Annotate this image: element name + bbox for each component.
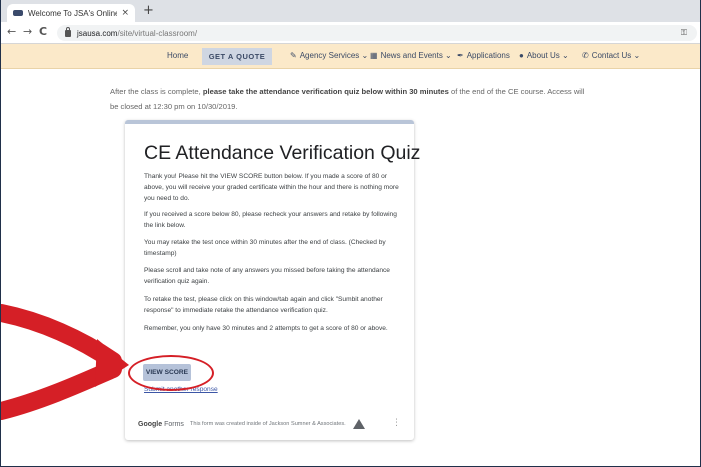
browser-tab[interactable]: Welcome To JSA's Online CE – Ja × bbox=[7, 4, 135, 22]
report-abuse-icon[interactable] bbox=[353, 419, 365, 429]
form-paragraph: To retake the test, please click on this… bbox=[144, 296, 383, 314]
more-options-icon[interactable]: ⋮ bbox=[392, 418, 401, 428]
new-tab-button[interactable]: + bbox=[143, 4, 154, 18]
nav-applications[interactable]: ✒ Applications bbox=[457, 51, 510, 60]
nav-home[interactable]: Home bbox=[167, 51, 188, 60]
intro-before: After the class is complete, bbox=[110, 87, 203, 96]
phone-icon: ✆ bbox=[582, 51, 589, 60]
nav-applications-label: Applications bbox=[466, 51, 510, 60]
form-footer: Google Forms This form was created insid… bbox=[138, 417, 408, 431]
nav-news-events[interactable]: ▦ News and Events ⌄ bbox=[370, 51, 452, 60]
tab-strip: Welcome To JSA's Online CE – Ja × + bbox=[1, 0, 700, 22]
lock-icon bbox=[65, 26, 71, 37]
key-icon[interactable]: ⚿ bbox=[681, 28, 687, 38]
back-button[interactable]: ← bbox=[7, 25, 16, 39]
info-icon: ● bbox=[519, 51, 524, 60]
calendar-icon: ▦ bbox=[370, 51, 378, 60]
site-navigation: Home GET A QUOTE ✎ Agency Services ⌄ ▦ New… bbox=[1, 44, 700, 69]
google-forms-logo[interactable]: Google Forms bbox=[138, 421, 184, 428]
address-toolbar: ← → C jsausa.com/site/virtual-classroom/… bbox=[1, 22, 700, 44]
tab-close-icon[interactable]: × bbox=[121, 8, 129, 18]
quiz-form-card: CE Attendance Verification Quiz Thank yo… bbox=[125, 120, 420, 440]
forward-button[interactable]: → bbox=[23, 25, 32, 39]
address-bar[interactable]: jsausa.com/site/virtual-classroom/ ⚿ bbox=[57, 25, 697, 41]
intro-text: After the class is complete, please take… bbox=[110, 84, 590, 114]
form-paragraph: If you received a score below 80, please… bbox=[144, 211, 397, 229]
forms-logo-text: Forms bbox=[164, 420, 184, 428]
nav-agency-services[interactable]: ✎ Agency Services ⌄ bbox=[290, 51, 368, 60]
annotation-arrow-icon bbox=[1, 304, 129, 420]
nav-contact-us-label: Contact Us ⌄ bbox=[591, 51, 641, 60]
site-favicon-icon bbox=[13, 10, 23, 16]
form-footer-note: This form was created inside of Jackson … bbox=[189, 421, 346, 427]
tab-title: Welcome To JSA's Online CE – Ja bbox=[28, 8, 118, 18]
nav-about-us-label: About Us ⌄ bbox=[526, 51, 569, 60]
nav-news-events-label: News and Events ⌄ bbox=[380, 51, 452, 60]
form-paragraph: Remember, you only have 30 minutes and 2… bbox=[144, 325, 388, 332]
wrench-icon: ✎ bbox=[290, 51, 297, 60]
url-text: jsausa.com/site/virtual-classroom/ bbox=[77, 29, 197, 38]
form-title: CE Attendance Verification Quiz bbox=[144, 142, 421, 164]
pen-icon: ✒ bbox=[457, 51, 464, 60]
intro-bold: please take the attendance verification … bbox=[202, 87, 449, 96]
google-logo-text: Google bbox=[138, 420, 163, 428]
form-paragraph: Thank you! Please hit the VIEW SCORE but… bbox=[144, 173, 399, 202]
card-accent-bar bbox=[125, 120, 414, 124]
nav-agency-services-label: Agency Services ⌄ bbox=[299, 51, 369, 60]
nav-about-us[interactable]: ● About Us ⌄ bbox=[519, 51, 569, 60]
browser-window: Welcome To JSA's Online CE – Ja × + ← → … bbox=[0, 0, 701, 467]
get-quote-button[interactable]: GET A QUOTE bbox=[202, 48, 272, 65]
reload-button[interactable]: C bbox=[39, 25, 47, 39]
url-host: jsausa.com bbox=[77, 28, 118, 38]
nav-contact-us[interactable]: ✆ Contact Us ⌄ bbox=[582, 51, 640, 60]
form-paragraph: You may retake the test once within 30 m… bbox=[144, 239, 386, 257]
url-path: /site/virtual-classroom/ bbox=[117, 28, 198, 38]
form-paragraph: Please scroll and take note of any answe… bbox=[144, 267, 390, 285]
